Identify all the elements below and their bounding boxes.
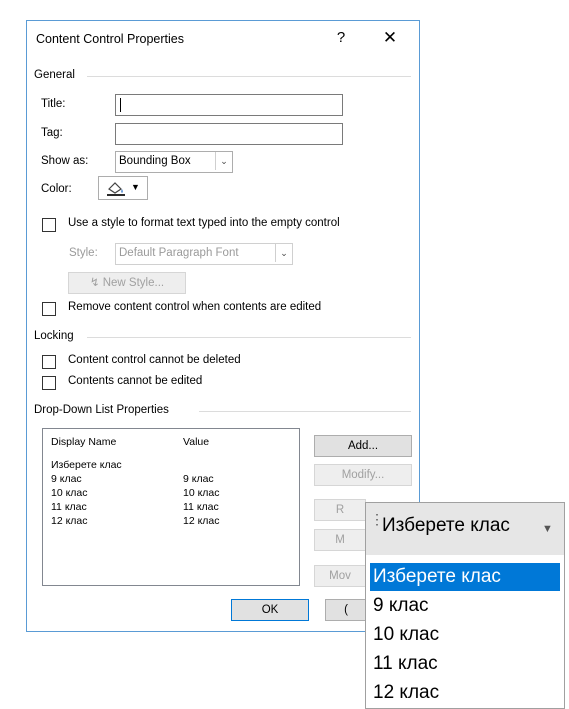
dropdown-control[interactable]: ⋮ Изберете клас ▼	[366, 503, 564, 555]
chevron-down-icon: ⌄	[215, 152, 232, 170]
chevron-down-icon: ⌄	[275, 244, 292, 262]
dropdown-option[interactable]: 9 клас	[370, 592, 560, 620]
locking-divider	[87, 337, 411, 338]
dropdown-current-value: Изберете клас	[382, 515, 510, 536]
cannot-edit-checkbox[interactable]	[42, 376, 56, 390]
dropdown-option[interactable]: 10 клас	[370, 621, 560, 649]
dropdown-section-heading: Drop-Down List Properties	[34, 404, 169, 416]
show-as-value: Bounding Box	[119, 155, 191, 167]
row-display-name: 12 клас	[51, 515, 88, 527]
remove-when-edited-checkbox[interactable]	[42, 302, 56, 316]
dropdown-option[interactable]: Изберете клас	[370, 563, 560, 591]
locking-section-heading: Locking	[34, 330, 74, 342]
column-header-value[interactable]: Value	[183, 436, 209, 448]
row-value: 10 клас	[183, 487, 220, 499]
row-display-name: 9 клас	[51, 473, 82, 485]
cannot-delete-checkbox[interactable]	[42, 355, 56, 369]
new-style-icon: ↯	[89, 277, 103, 289]
use-style-checkbox[interactable]	[42, 218, 56, 232]
list-row[interactable]: 11 клас 11 клас	[51, 501, 291, 515]
dropdown-option[interactable]: 12 клас	[370, 679, 560, 707]
color-label: Color:	[41, 183, 72, 195]
close-button[interactable]: ✕	[379, 28, 401, 50]
dropdown-divider	[199, 411, 411, 412]
paint-bucket-icon	[107, 182, 125, 196]
modify-button[interactable]: Modify...	[314, 464, 412, 486]
content-control-properties-dialog: Content Control Properties ? ✕ General T…	[26, 20, 420, 632]
dialog-title: Content Control Properties	[36, 32, 184, 46]
color-picker-button[interactable]: ▼	[98, 176, 148, 200]
dropdown-option[interactable]: 11 клас	[370, 650, 560, 678]
new-style-button[interactable]: ↯ New Style...	[68, 272, 186, 294]
cancel-button[interactable]: (	[325, 599, 367, 621]
new-style-label: New Style...	[102, 277, 165, 289]
title-bar[interactable]: Content Control Properties ? ✕	[27, 21, 419, 57]
help-button[interactable]: ?	[330, 29, 352, 49]
drag-handle-icon[interactable]: ⋮	[370, 512, 384, 539]
remove-when-edited-label: Remove content control when contents are…	[68, 301, 322, 313]
style-select[interactable]: Default Paragraph Font ⌄	[115, 243, 293, 265]
row-value: 11 клас	[183, 501, 219, 513]
general-divider	[87, 76, 411, 77]
caret-down-icon: ▼	[131, 182, 140, 192]
list-row[interactable]: 12 клас 12 клас	[51, 515, 291, 529]
cannot-edit-label: Contents cannot be edited	[68, 375, 203, 387]
row-display-name: 10 клас	[51, 487, 88, 499]
caret-down-icon[interactable]: ▼	[542, 523, 553, 535]
show-as-select[interactable]: Bounding Box ⌄	[115, 151, 233, 173]
style-label: Style:	[69, 247, 98, 259]
style-value: Default Paragraph Font	[119, 247, 239, 259]
use-style-label: Use a style to format text typed into th…	[68, 217, 340, 229]
move-up-button[interactable]: M	[314, 529, 366, 551]
move-down-button[interactable]: Mov	[314, 565, 366, 587]
cannot-delete-label: Content control cannot be deleted	[68, 354, 241, 366]
row-value: 9 клас	[183, 473, 214, 485]
tag-input[interactable]	[115, 123, 343, 145]
dropdown-list-box[interactable]: Display Name Value Изберете клас 9 клас …	[42, 428, 300, 586]
add-button[interactable]: Add...	[314, 435, 412, 457]
tag-label: Tag:	[41, 127, 63, 139]
row-display-name: 11 клас	[51, 501, 87, 513]
row-display-name: Изберете клас	[51, 459, 122, 471]
show-as-label: Show as:	[41, 155, 89, 167]
title-label: Title:	[41, 98, 66, 110]
list-row[interactable]: Изберете клас	[51, 459, 291, 473]
column-header-display-name[interactable]: Display Name	[51, 436, 116, 448]
ok-button[interactable]: OK	[231, 599, 309, 621]
list-row[interactable]: 9 клас 9 клас	[51, 473, 291, 487]
general-section-heading: General	[34, 69, 75, 81]
list-row[interactable]: 10 клас 10 клас	[51, 487, 291, 501]
text-caret	[120, 98, 121, 112]
title-input[interactable]	[115, 94, 343, 116]
dropdown-preview: ⋮ Изберете клас ▼ Изберете клас 9 клас 1…	[365, 502, 565, 709]
row-value: 12 клас	[183, 515, 220, 527]
remove-button[interactable]: R	[314, 499, 366, 521]
